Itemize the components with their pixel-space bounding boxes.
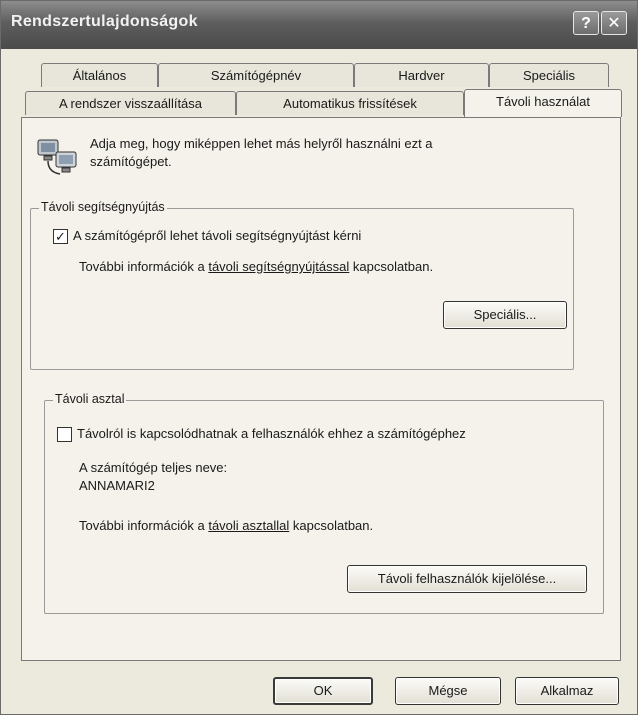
tab-panel-remote: Adja meg, hogy miképpen lehet más helyrő…	[21, 117, 621, 661]
intro-line-1: Adja meg, hogy miképpen lehet más helyrő…	[90, 136, 433, 151]
remote-desktop-link[interactable]: távoli asztallal	[208, 518, 289, 533]
tab-system-restore[interactable]: A rendszer visszaállítása	[25, 91, 236, 115]
advanced-button[interactable]: Speciális...	[443, 301, 567, 329]
tab-automatic-updates[interactable]: Automatikus frissítések	[236, 91, 464, 115]
computer-fullname-label: A számítógép teljes neve:	[79, 460, 228, 475]
tab-computer-name[interactable]: Számítógépnév	[158, 63, 354, 87]
tab-general[interactable]: Általános	[41, 63, 158, 87]
window-title: Rendszertulajdonságok	[11, 13, 198, 30]
tab-remote[interactable]: Távoli használat	[464, 89, 622, 117]
tab-advanced[interactable]: Speciális	[489, 63, 609, 87]
apply-button[interactable]: Alkalmaz	[515, 677, 619, 705]
help-button[interactable]: ?	[573, 11, 599, 35]
info-suffix: kapcsolatban.	[349, 259, 434, 274]
select-remote-users-button[interactable]: Távoli felhasználók kijelölése...	[347, 565, 587, 593]
ok-button[interactable]: OK	[273, 677, 373, 705]
info-prefix: További információk a	[79, 518, 209, 533]
remote-assistance-info: További információk a távoli segítségnyú…	[79, 259, 433, 274]
computer-fullname-value: ANNAMARI2	[79, 478, 155, 493]
system-properties-dialog: Rendszertulajdonságok ? ✕ Általános Szám…	[0, 0, 638, 715]
network-computers-icon	[37, 139, 77, 175]
remote-assistance-group: Távoli segítségnyújtás ✓ A számítógépről…	[30, 200, 574, 370]
info-suffix: kapcsolatban.	[289, 518, 374, 533]
remote-desktop-checkbox[interactable]	[57, 427, 72, 442]
close-button[interactable]: ✕	[601, 11, 627, 35]
title-bar[interactable]: Rendszertulajdonságok ? ✕	[1, 1, 637, 49]
remote-assistance-checkbox[interactable]: ✓	[53, 229, 68, 244]
remote-desktop-title: Távoli asztal	[53, 392, 127, 406]
remote-assistance-checkbox-label[interactable]: A számítógépről lehet távoli segítségnyú…	[73, 228, 361, 243]
remote-assistance-title: Távoli segítségnyújtás	[39, 200, 167, 214]
intro-line-2: számítógépet.	[90, 154, 172, 169]
remote-desktop-checkbox-label[interactable]: Távolról is kapcsolódhatnak a felhasznál…	[77, 426, 466, 441]
remote-desktop-group: Távoli asztal Távolról is kapcsolódhatna…	[44, 392, 604, 614]
remote-desktop-info: További információk a távoli asztallal k…	[79, 518, 373, 533]
cancel-button[interactable]: Mégse	[395, 677, 501, 705]
remote-assistance-link[interactable]: távoli segítségnyújtással	[208, 259, 349, 274]
tab-hardware[interactable]: Hardver	[354, 63, 489, 87]
info-prefix: További információk a	[79, 259, 209, 274]
